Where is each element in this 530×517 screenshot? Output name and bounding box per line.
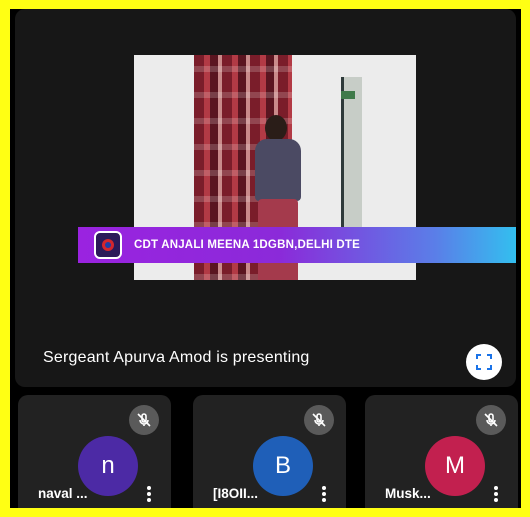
more-vert-icon[interactable] [494,486,498,502]
presenter-name-label: CDT ANJALI MEENA 1DGBN,DELHI DTE [134,239,360,251]
avatar: B [253,436,313,496]
mic-off-icon [304,405,334,435]
participant-name: naval ... [38,486,88,501]
mic-off-icon [476,405,506,435]
participant-name: Musk... [385,486,431,501]
meeting-window: CDT ANJALI MEENA 1DGBN,DELHI DTE Sergean… [10,9,521,508]
more-vert-icon[interactable] [147,486,151,502]
presenter-figure-head [265,115,287,141]
presentation-tile[interactable]: CDT ANJALI MEENA 1DGBN,DELHI DTE Sergean… [15,9,516,387]
ncc-logo-icon [94,231,122,259]
participant-tile[interactable]: B [I8OII... [193,395,346,508]
participant-tile[interactable]: n naval ... [18,395,171,508]
mic-off-icon [129,405,159,435]
avatar: M [425,436,485,496]
presenter-figure-body [255,139,301,201]
presenter-name-banner: CDT ANJALI MEENA 1DGBN,DELHI DTE [78,227,516,263]
more-vert-icon[interactable] [322,486,326,502]
participant-tile[interactable]: M Musk... [365,395,518,508]
fullscreen-button[interactable] [466,344,502,380]
participant-name: [I8OII... [213,486,259,501]
fullscreen-icon [476,354,492,370]
presenting-status-text: Sergeant Apurva Amod is presenting [43,349,310,366]
video-background-sign [341,91,355,99]
